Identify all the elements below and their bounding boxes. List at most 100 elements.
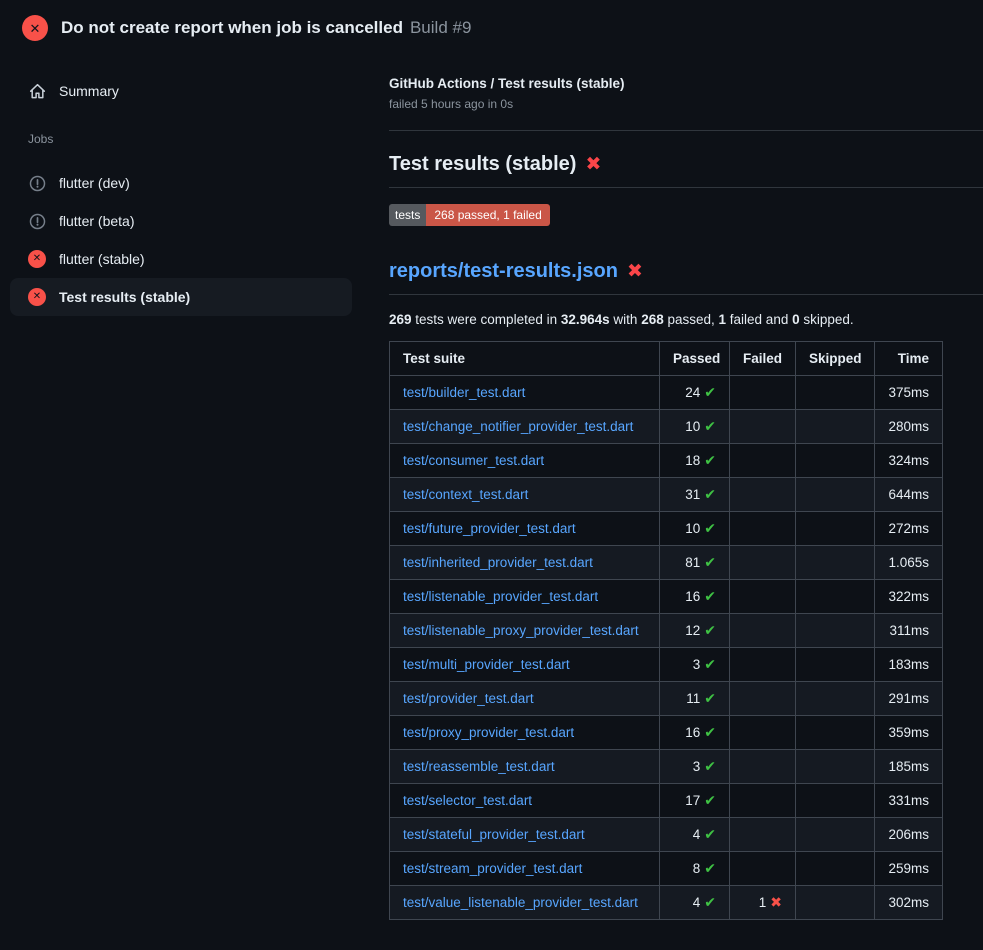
suite-link[interactable]: test/listenable_provider_test.dart <box>403 589 598 604</box>
suite-link[interactable]: test/proxy_provider_test.dart <box>403 725 574 740</box>
suite-cell: test/multi_provider_test.dart <box>390 647 660 681</box>
check-icon: ✔ <box>704 622 716 638</box>
skipped-cell <box>796 851 875 885</box>
table-row: test/consumer_test.dart 18✔ 324ms <box>390 443 943 477</box>
suite-link[interactable]: test/stateful_provider_test.dart <box>403 827 585 842</box>
time-cell: 185ms <box>875 749 943 783</box>
table-row: test/stream_provider_test.dart8✔259ms <box>390 851 943 885</box>
exclamation-circle-icon <box>28 174 46 192</box>
skipped-cell <box>796 783 875 817</box>
skipped-cell <box>796 443 875 477</box>
summary-segment: skipped. <box>800 312 854 327</box>
skipped-cell <box>796 375 875 409</box>
summary-segment: 0 <box>792 312 800 327</box>
skipped-cell <box>796 579 875 613</box>
sidebar-item-label: Test results (stable) <box>59 289 190 305</box>
check-icon: ✔ <box>704 758 716 774</box>
passed-count: 4 <box>693 827 701 842</box>
failed-cell <box>730 443 796 477</box>
passed-count: 17 <box>685 793 700 808</box>
table-row: test/builder_test.dart24✔375ms <box>390 375 943 409</box>
suite-link[interactable]: test/value_listenable_provider_test.dart <box>403 895 638 910</box>
failed-status-icon: ✕ <box>22 15 48 41</box>
suite-link[interactable]: test/provider_test.dart <box>403 691 534 706</box>
suite-cell: test/listenable_proxy_provider_test.dart <box>390 613 660 647</box>
passed-cell: 16✔ <box>660 715 730 749</box>
cross-icon: ✖ <box>770 894 782 910</box>
skipped-cell <box>796 545 875 579</box>
sidebar: Summary Jobs flutter (dev) flutter (beta)… <box>0 52 389 316</box>
sidebar-item-job-1[interactable]: flutter (beta) <box>10 202 352 240</box>
sidebar-item-label: flutter (dev) <box>59 175 130 191</box>
suite-link[interactable]: test/selector_test.dart <box>403 793 532 808</box>
time-cell: 206ms <box>875 817 943 851</box>
passed-cell: 31✔ <box>660 477 730 511</box>
skipped-cell <box>796 715 875 749</box>
check-icon: ✔ <box>704 826 716 842</box>
suite-link[interactable]: test/builder_test.dart <box>403 385 525 400</box>
column-header-skipped: Skipped <box>796 341 875 375</box>
table-row: test/context_test.dart31✔644ms <box>390 477 943 511</box>
summary-segment: 32.964s <box>561 312 610 327</box>
build-number: Build #9 <box>410 18 471 37</box>
report-file-link[interactable]: reports/test-results.json✖ <box>389 259 983 284</box>
summary-segment: 1 <box>719 312 727 327</box>
suite-link[interactable]: test/stream_provider_test.dart <box>403 861 582 876</box>
passed-count: 24 <box>685 385 700 400</box>
failed-x-icon: ✖ <box>585 154 601 175</box>
results-table: Test suitePassedFailedSkippedTime test/b… <box>389 341 943 920</box>
suite-cell: test/future_provider_test.dart <box>390 511 660 545</box>
suite-link[interactable]: test/inherited_provider_test.dart <box>403 555 593 570</box>
sidebar-item-job-2[interactable]: ✕flutter (stable) <box>10 240 352 278</box>
table-row: test/value_listenable_provider_test.dart… <box>390 885 943 919</box>
suite-cell: test/reassemble_test.dart <box>390 749 660 783</box>
sidebar-item-job-3[interactable]: ✕ Test results (stable) <box>10 278 352 316</box>
passed-count: 3 <box>693 657 701 672</box>
time-cell: 324ms <box>875 443 943 477</box>
time-cell: 322ms <box>875 579 943 613</box>
page-title: Do not create report when job is cancell… <box>61 17 471 39</box>
passed-count: 8 <box>693 861 701 876</box>
passed-cell: 10✔ <box>660 409 730 443</box>
sidebar-item-job-0[interactable]: flutter (dev) <box>10 164 352 202</box>
jobs-section-label: Jobs <box>10 110 352 164</box>
jobs-list: flutter (dev) flutter (beta)✕flutter (sta… <box>10 164 352 316</box>
suite-link[interactable]: test/consumer_test.dart <box>403 453 544 468</box>
skipped-cell <box>796 749 875 783</box>
table-row: test/future_provider_test.dart10✔272ms <box>390 511 943 545</box>
passed-count: 16 <box>685 589 700 604</box>
suite-link[interactable]: test/context_test.dart <box>403 487 528 502</box>
x-circle-fill-icon: ✕ <box>28 250 46 268</box>
passed-cell: 8✔ <box>660 851 730 885</box>
passed-cell: 4✔ <box>660 817 730 851</box>
sidebar-item-summary[interactable]: Summary <box>10 72 352 110</box>
check-icon: ✔ <box>704 690 716 706</box>
skipped-cell <box>796 613 875 647</box>
report-file-name[interactable]: reports/test-results.json <box>389 260 618 282</box>
suite-link[interactable]: test/change_notifier_provider_test.dart <box>403 419 633 434</box>
passed-count: 18 <box>685 453 700 468</box>
suite-cell: test/stream_provider_test.dart <box>390 851 660 885</box>
suite-link[interactable]: test/reassemble_test.dart <box>403 759 555 774</box>
time-cell: 280ms <box>875 409 943 443</box>
passed-cell: 3✔ <box>660 647 730 681</box>
suite-link[interactable]: test/future_provider_test.dart <box>403 521 576 536</box>
time-cell: 183ms <box>875 647 943 681</box>
column-header-test-suite: Test suite <box>390 341 660 375</box>
passed-cell: 24✔ <box>660 375 730 409</box>
suite-link[interactable]: test/listenable_proxy_provider_test.dart <box>403 623 639 638</box>
suite-link[interactable]: test/multi_provider_test.dart <box>403 657 570 672</box>
badge-label: tests <box>389 204 426 226</box>
passed-cell: 18✔ <box>660 443 730 477</box>
failed-cell <box>730 545 796 579</box>
check-icon: ✔ <box>704 792 716 808</box>
passed-count: 10 <box>685 521 700 536</box>
table-row: test/multi_provider_test.dart 3✔ 183ms <box>390 647 943 681</box>
passed-count: 3 <box>693 759 701 774</box>
summary-segment: passed, <box>664 312 719 327</box>
failed-count: 1 <box>759 895 767 910</box>
failed-cell <box>730 681 796 715</box>
failed-cell <box>730 817 796 851</box>
suite-cell: test/stateful_provider_test.dart <box>390 817 660 851</box>
x-circle-fill-icon: ✕ <box>28 288 46 306</box>
